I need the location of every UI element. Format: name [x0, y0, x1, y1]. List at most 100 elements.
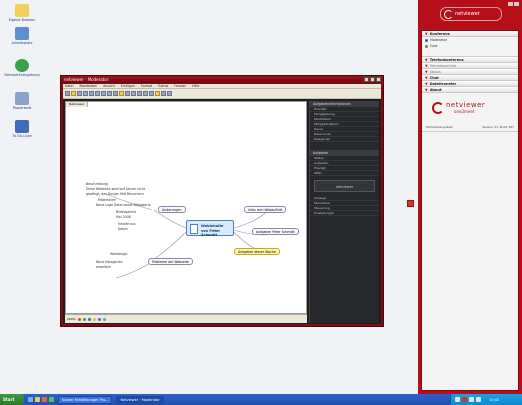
desktop-icon-my-documents[interactable]: Eigene Dateien — [4, 4, 40, 22]
marker-cyan-icon[interactable] — [102, 317, 106, 321]
close-icon[interactable] — [376, 77, 381, 82]
panel-window-controls — [508, 2, 519, 6]
panel-toggle-handle[interactable] — [407, 200, 414, 207]
network-icon — [15, 59, 29, 72]
copy-icon[interactable] — [95, 91, 100, 96]
tray-volume-icon[interactable] — [469, 397, 474, 402]
branch-problems[interactable]: Probleme der Webseite — [148, 258, 193, 265]
netviewer-mini-logo: netviewer — [314, 180, 375, 192]
boundary-icon[interactable] — [143, 91, 148, 96]
subtopic-icon[interactable] — [125, 91, 130, 96]
close-icon[interactable] — [514, 2, 519, 6]
desktop-icon-todo[interactable]: To Do-Liste — [4, 120, 40, 138]
marker-purple-icon[interactable] — [97, 317, 101, 321]
panel-header: netviewer — [418, 0, 522, 30]
branch-changes[interactable]: Änderungen — [158, 206, 186, 213]
pane-row[interactable]: Offen — [310, 171, 379, 176]
save-icon[interactable] — [77, 91, 82, 96]
maximize-icon[interactable] — [370, 77, 375, 82]
app-icon[interactable] — [49, 397, 54, 402]
participant-name: Moderator — [430, 38, 448, 42]
tray-security-icon[interactable] — [476, 397, 481, 402]
expand-arrow-icon: ▼ — [425, 76, 428, 80]
format-icon[interactable] — [167, 91, 172, 96]
tray-netviewer-icon[interactable] — [462, 397, 467, 402]
participant-list: Moderator Gast — [422, 37, 518, 57]
desktop-icon-my-computer[interactable]: Arbeitsplatz — [4, 27, 40, 45]
desktop-icon-recycle-bin[interactable]: Papierkorb — [4, 92, 40, 110]
tray-network-icon[interactable] — [455, 397, 460, 402]
minimize-icon[interactable] — [364, 77, 369, 82]
netviewer-swirl-icon — [444, 10, 453, 19]
menu-format[interactable]: Format — [141, 84, 152, 88]
branch-label: Probleme der Webseite — [152, 260, 189, 264]
desktop-icon-network[interactable]: Netzwerkumgebung — [4, 59, 40, 77]
menu-insert[interactable]: Einfügen — [121, 84, 135, 88]
task-pane: Aufgabeninformationen Priorität Fertigst… — [309, 101, 379, 323]
netviewer-swirl-icon — [432, 102, 444, 114]
note-description[interactable]: Beschreibung — [86, 182, 108, 186]
paste-icon[interactable] — [101, 91, 106, 96]
filter-icon[interactable] — [161, 91, 166, 96]
presenter-window: netviewer · Moderator Datei Bearbeiten A… — [60, 75, 384, 327]
taskbar-item-netviewer[interactable]: Netviewer · Moderator — [116, 395, 164, 404]
branch-infos[interactable]: Infos zum Webauftritt — [244, 206, 287, 213]
note-categories[interactable]: Neue Kategorien — [96, 260, 123, 264]
marker-icon[interactable] — [155, 91, 160, 96]
pane-row[interactable]: Einstellungen — [310, 211, 379, 216]
topic-icon[interactable] — [119, 91, 124, 96]
branch-weekly-tasks[interactable]: Aufgaben dieser Woche — [234, 248, 280, 255]
section-label: Status — [429, 70, 441, 74]
menu-view[interactable]: Ansicht — [103, 84, 115, 88]
marker-green-icon[interactable] — [82, 317, 86, 321]
menu-help[interactable]: Hilfe — [192, 84, 199, 88]
note-webdesign[interactable]: Webdesign — [110, 252, 128, 256]
pane-row[interactable]: Kategorien — [310, 137, 379, 142]
relationship-icon[interactable] — [131, 91, 136, 96]
window-title: netviewer · Moderator — [64, 77, 109, 82]
note-content[interactable]: Inhalte aus — [118, 222, 136, 226]
mindmap-toolbar — [63, 89, 381, 99]
marker-blue-icon[interactable] — [87, 317, 91, 321]
cut-icon[interactable] — [89, 91, 94, 96]
participant-row[interactable]: Gast — [422, 43, 518, 49]
media-icon[interactable] — [42, 397, 47, 402]
undo-icon[interactable] — [107, 91, 112, 96]
about-version: Version 3.1 Build 387 — [482, 125, 514, 129]
expand-arrow-icon: ▼ — [425, 88, 428, 92]
open-icon[interactable] — [71, 91, 76, 96]
menu-file[interactable]: Datei — [65, 84, 74, 88]
menu-tools[interactable]: Extras — [158, 84, 168, 88]
menu-edit[interactable]: Bearbeiten — [80, 84, 98, 88]
start-button[interactable]: Start — [0, 394, 24, 405]
document-icon — [190, 224, 198, 234]
central-topic[interactable]: Webinhalte von Peter Schmidt — [186, 220, 234, 237]
branch-tasks[interactable]: Aufgaben Peter Schmidt — [252, 228, 299, 235]
menu-window[interactable]: Fenster — [174, 84, 186, 88]
note-materials[interactable]: Materialien — [98, 198, 116, 202]
desktop: Eigene Dateien Arbeitsplatz Netzwerkumge… — [0, 0, 418, 394]
zoom-icon[interactable] — [149, 91, 154, 96]
zoom-label: 100% — [67, 317, 76, 321]
marker-red-icon[interactable] — [77, 317, 81, 321]
marker-yellow-icon[interactable] — [92, 317, 96, 321]
shared-screen: Datei Bearbeiten Ansicht Einfügen Format… — [63, 84, 381, 324]
participant-name: Gast — [430, 44, 438, 48]
section-label: About — [429, 88, 442, 92]
minimize-icon[interactable] — [508, 2, 513, 6]
browser-icon[interactable] — [28, 397, 33, 402]
logo-text: netviewer — [455, 11, 480, 17]
new-icon[interactable] — [65, 91, 70, 96]
about-logo: netviewer one2meet — [432, 101, 508, 121]
participant-status-icon — [425, 45, 428, 48]
mindmap-canvas[interactable]: Netviewer Webinhalte von Peter Schmidt Ä… — [65, 101, 307, 314]
callout-icon[interactable] — [137, 91, 142, 96]
folder-icon[interactable] — [35, 397, 40, 402]
window-titlebar[interactable]: netviewer · Moderator — [61, 76, 383, 83]
redo-icon[interactable] — [113, 91, 118, 96]
taskbar-item-mindmanager[interactable]: Nutzer MindManager Pro... — [58, 395, 113, 404]
print-icon[interactable] — [83, 91, 88, 96]
note-gallery[interactable]: Bildergalerie — [116, 210, 136, 214]
section-about[interactable]: ▼ About — [422, 87, 518, 93]
window-controls — [364, 77, 381, 82]
